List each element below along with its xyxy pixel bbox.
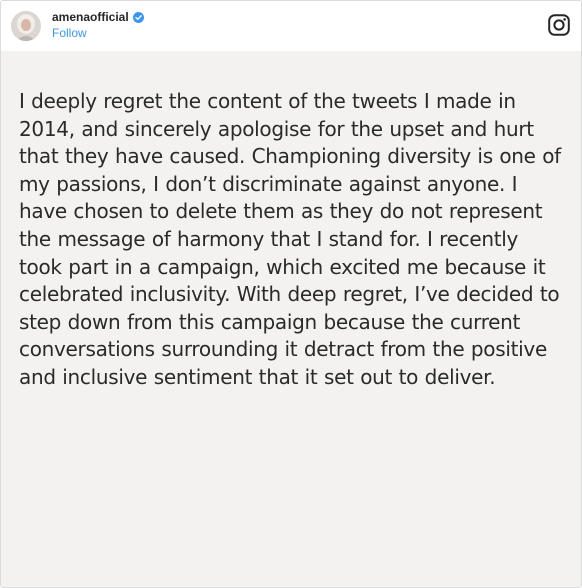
instagram-icon[interactable] <box>548 14 570 36</box>
username[interactable]: amenaofficial <box>52 10 129 24</box>
verified-badge-icon <box>132 11 144 23</box>
post-image[interactable]: I deeply regret the content of the tweet… <box>1 51 581 587</box>
username-row: amenaofficial <box>52 10 144 24</box>
post-statement-text: I deeply regret the content of the tweet… <box>19 89 561 389</box>
instagram-embed-card: amenaofficial Follow I deeply regret the… <box>0 0 582 588</box>
follow-button[interactable]: Follow <box>52 26 144 40</box>
user-info: amenaofficial Follow <box>52 10 144 40</box>
post-header: amenaofficial Follow <box>1 1 581 51</box>
avatar[interactable] <box>11 11 41 41</box>
